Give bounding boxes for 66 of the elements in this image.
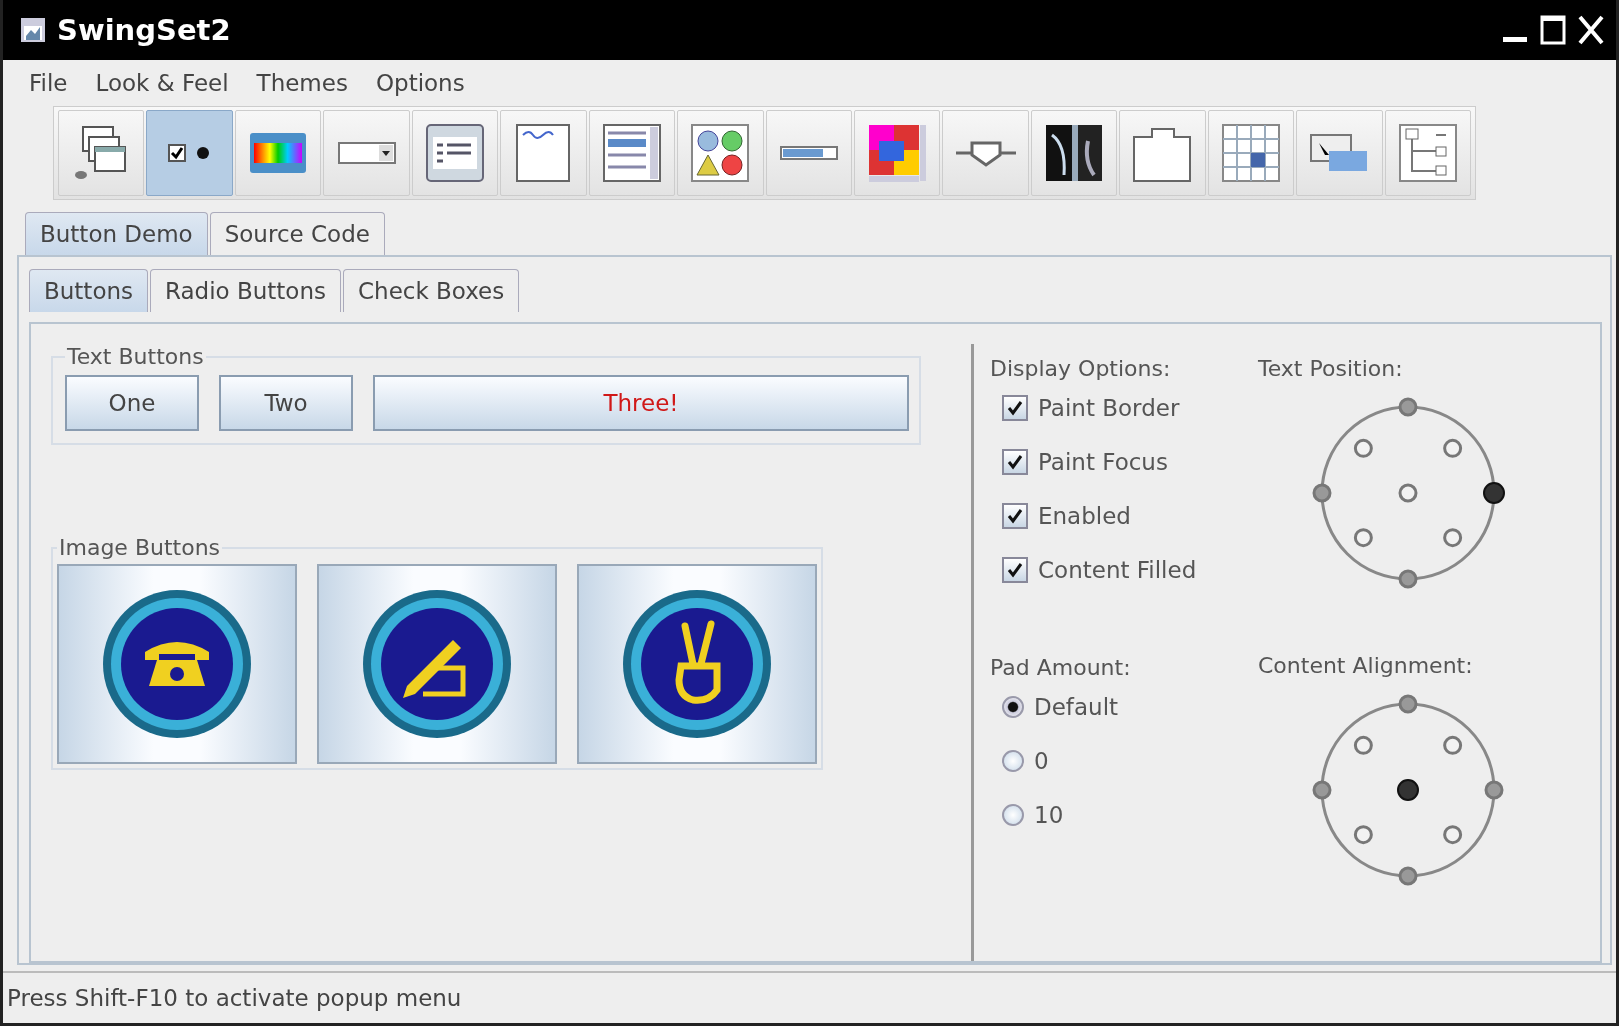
tab[interactable]: Button Demo (25, 212, 208, 255)
menu-item[interactable]: File (29, 70, 68, 96)
position-dot[interactable] (1312, 780, 1332, 800)
window-title: SwingSet2 (57, 13, 231, 47)
radio-button[interactable] (1002, 804, 1024, 826)
checkmark-icon (1006, 453, 1024, 471)
progress-bar-icon (778, 145, 839, 161)
checkmark-icon (1006, 507, 1024, 525)
menu-item[interactable]: Look & Feel (95, 70, 229, 96)
checkbox[interactable] (1002, 503, 1028, 529)
app-icon (19, 16, 47, 44)
text-button[interactable]: One (65, 375, 199, 431)
position-dot[interactable] (1398, 866, 1418, 886)
group-title: Text Buttons (66, 344, 205, 369)
tab[interactable]: Source Code (209, 212, 385, 255)
position-dot[interactable] (1398, 694, 1418, 714)
checkbox-label: Paint Focus (1038, 449, 1168, 475)
maximize-icon (1538, 13, 1568, 47)
tab[interactable]: Radio Buttons (150, 269, 341, 312)
text-button[interactable]: Three! (373, 375, 909, 431)
toolbar-button[interactable] (1030, 110, 1118, 196)
checkbox-label: Enabled (1038, 503, 1131, 529)
radio-label: Default (1034, 694, 1119, 720)
group-title: Image Buttons (58, 535, 222, 560)
position-dot[interactable] (1353, 735, 1373, 755)
tab[interactable]: Buttons (29, 269, 149, 312)
checkbox[interactable] (1002, 557, 1028, 583)
checkmark-icon (1006, 561, 1024, 579)
section-label: Content Alignment: (1258, 653, 1473, 678)
status-text: Press Shift-F10 to activate popup menu (7, 985, 462, 1011)
section-label: Text Position: (1258, 356, 1403, 381)
position-dot[interactable] (1484, 780, 1504, 800)
position-dot[interactable] (1397, 779, 1419, 801)
tab[interactable]: Check Boxes (343, 269, 520, 312)
section-label: Pad Amount: (990, 655, 1132, 680)
checkmark-icon (1006, 399, 1024, 417)
menu-item[interactable]: Themes (256, 70, 348, 96)
position-dot[interactable] (1398, 483, 1418, 503)
minimize-icon (1503, 37, 1527, 42)
position-dot[interactable] (1312, 483, 1332, 503)
position-dot[interactable] (1353, 825, 1373, 845)
radio-label: 0 (1034, 748, 1049, 774)
radio-label: 10 (1034, 802, 1064, 828)
radio-button[interactable] (1002, 696, 1024, 718)
radio-button[interactable] (1002, 750, 1024, 772)
image-button[interactable] (317, 564, 557, 764)
close-icon (1576, 13, 1606, 47)
position-dot[interactable] (1483, 482, 1505, 504)
position-dot[interactable] (1443, 735, 1463, 755)
position-dot[interactable] (1443, 438, 1463, 458)
section-label: Display Options: (990, 356, 1172, 381)
position-dot[interactable] (1353, 528, 1373, 548)
position-dot[interactable] (1443, 528, 1463, 548)
toolbar-button[interactable] (58, 110, 145, 196)
text-button[interactable]: Two (219, 375, 353, 431)
checkbox[interactable] (1002, 395, 1028, 421)
checkbox[interactable] (1002, 449, 1028, 475)
image-button[interactable] (57, 564, 297, 764)
position-dot[interactable] (1353, 438, 1373, 458)
checkbox-label: Content Filled (1038, 557, 1197, 583)
checkbox-label: Paint Border (1038, 395, 1180, 421)
image-button[interactable] (577, 564, 817, 764)
position-dot[interactable] (1443, 825, 1463, 845)
position-dot[interactable] (1398, 569, 1418, 589)
menu-item[interactable]: Options (375, 70, 465, 96)
position-dot[interactable] (1398, 397, 1418, 417)
